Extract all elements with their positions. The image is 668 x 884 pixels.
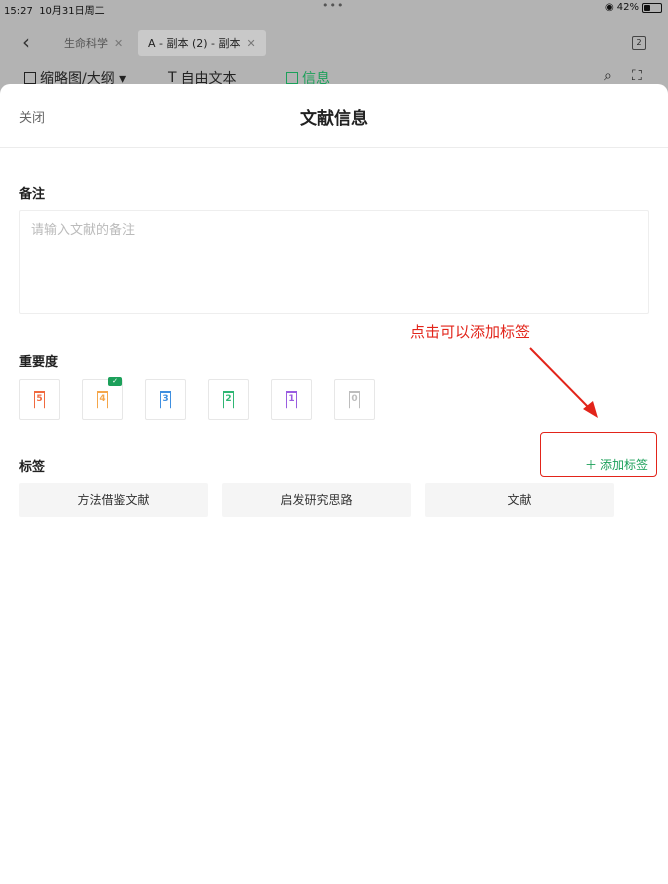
status-time: 15:27 10月31日周二: [4, 6, 105, 17]
close-icon[interactable]: ✕: [114, 37, 123, 50]
toolbar-label: 信息: [302, 71, 330, 84]
tab-label: A - 副本 (2) - 副本: [148, 37, 241, 50]
tab-label: 生命科学: [64, 37, 108, 50]
info-doc-icon: [286, 72, 298, 84]
toolbar-label: 缩略图/大纲 ▾: [40, 71, 127, 84]
wifi-icon: ◉: [605, 2, 614, 13]
tag-chip[interactable]: 方法借鉴文献: [19, 483, 208, 517]
tab-document-2[interactable]: A - 副本 (2) - 副本 ✕: [138, 30, 266, 56]
back-chevron-icon[interactable]: ‹: [22, 30, 30, 54]
toolbar-free-text[interactable]: T 自由文本: [168, 68, 237, 84]
tag-chip[interactable]: 文献: [425, 483, 614, 517]
close-icon[interactable]: ✕: [247, 37, 256, 50]
tab-document-1[interactable]: 生命科学 ✕: [52, 30, 132, 56]
multitask-dots[interactable]: •••: [322, 0, 344, 12]
fullscreen-icon[interactable]: ⛶: [632, 68, 642, 84]
page-count-badge[interactable]: 2: [632, 36, 646, 50]
toolbar-thumbnail-outline[interactable]: 缩略图/大纲 ▾: [24, 68, 126, 84]
battery-percent: 42%: [616, 2, 639, 13]
literature-info-sheet: 关闭 文献信息 备注 重要度 54✓3210 标签 ＋ 添加标签 方法借鉴文献 …: [0, 84, 668, 884]
grid-icon: [24, 72, 36, 84]
document-tabbar: ‹ 生命科学 ✕ A - 副本 (2) - 副本 ✕ 2: [0, 24, 668, 60]
text-icon: T: [168, 70, 177, 84]
battery-icon: [642, 2, 662, 13]
status-right: ◉ 42%: [605, 2, 662, 13]
toolbar-label: 自由文本: [180, 71, 237, 84]
document-toolbar: 缩略图/大纲 ▾ T 自由文本 信息 ⌕ ⛶: [0, 66, 668, 84]
search-icon[interactable]: ⌕: [604, 68, 612, 84]
tag-chip[interactable]: 启发研究思路: [222, 483, 411, 517]
annotation-arrow: [529, 347, 598, 418]
toolbar-info[interactable]: 信息: [286, 68, 330, 84]
status-bar: 15:27 10月31日周二 ••• ◉ 42%: [0, 0, 668, 17]
